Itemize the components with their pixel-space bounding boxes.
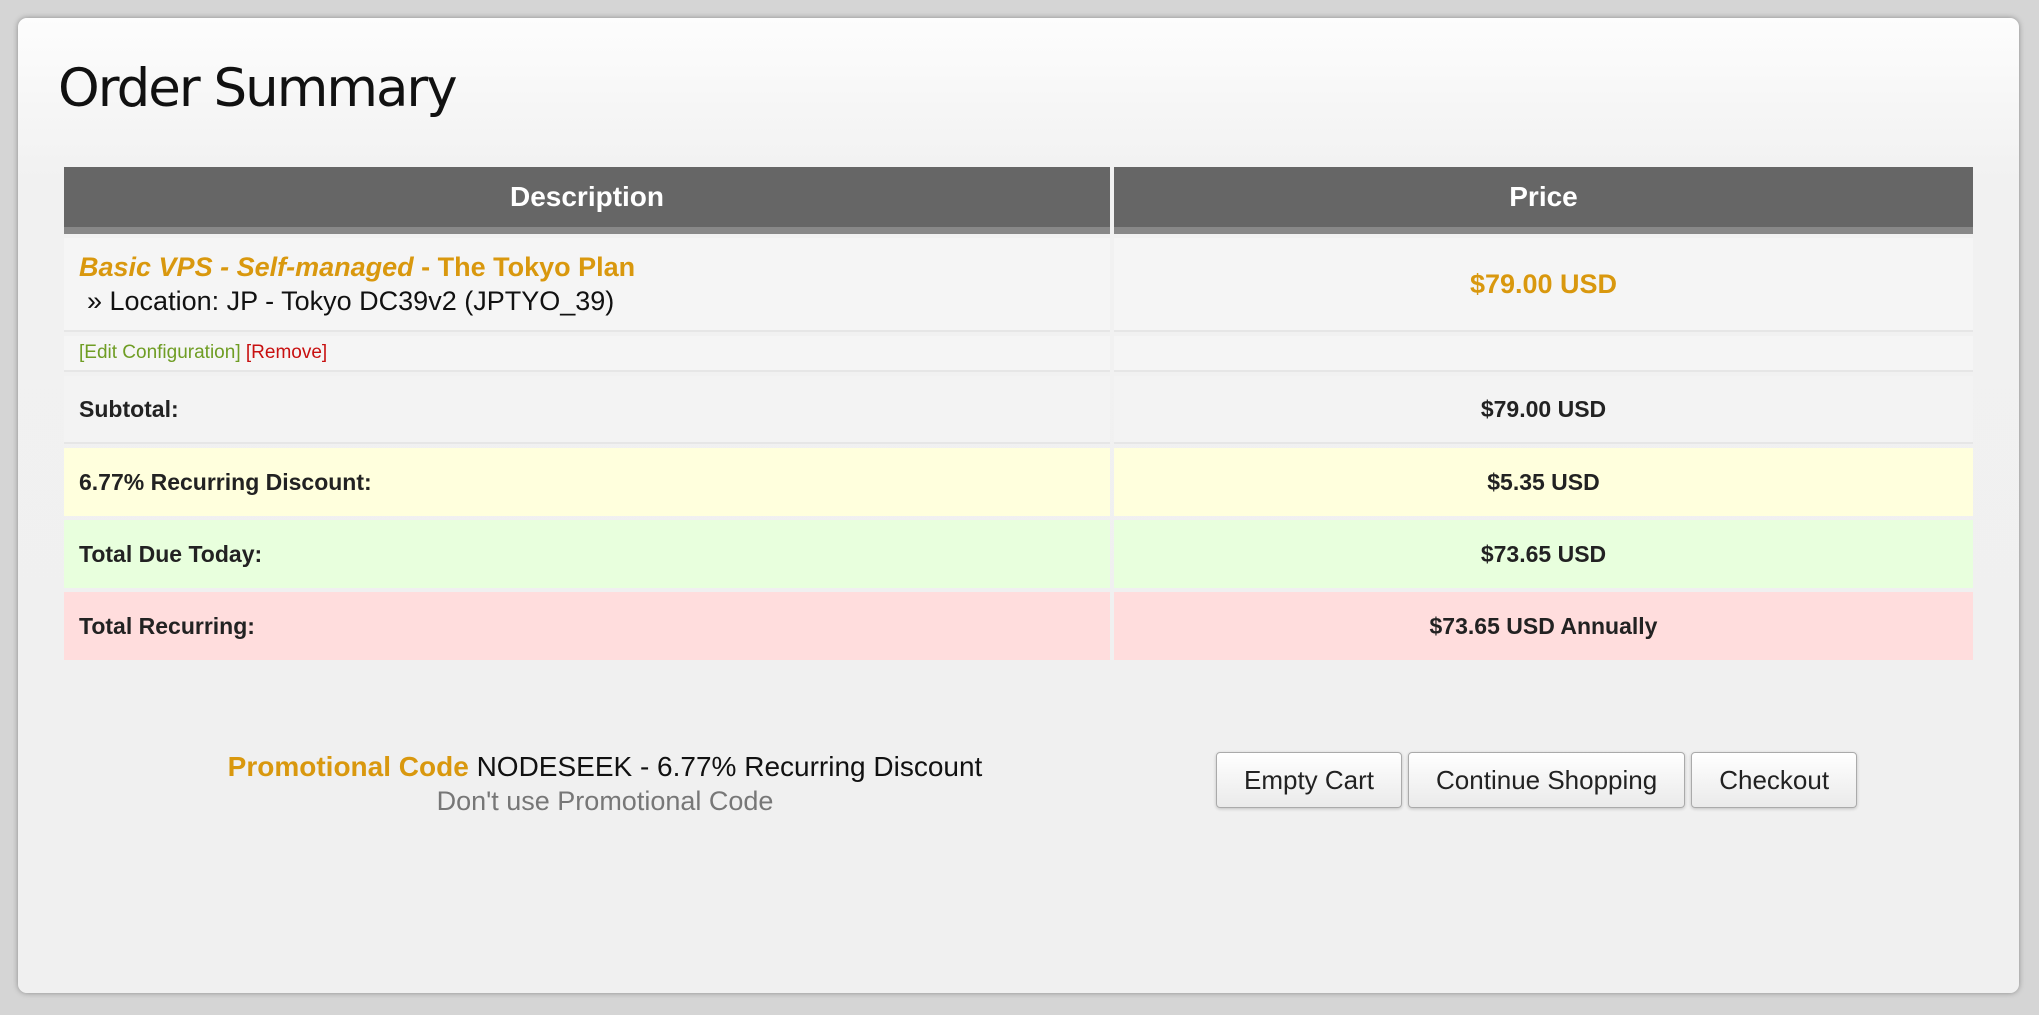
- product-name: Basic VPS - Self-managed: [79, 251, 414, 282]
- item-actions-row: [Edit Configuration] [Remove]: [64, 336, 1973, 372]
- cart-item-row: Basic VPS - Self-managed - The Tokyo Pla…: [64, 238, 1973, 332]
- item-actions-empty-cell: [1114, 336, 1973, 372]
- product-title: Basic VPS - Self-managed - The Tokyo Pla…: [79, 252, 1095, 283]
- discount-row: 6.77% Recurring Discount: $5.35 USD: [64, 448, 1973, 516]
- remove-item-link[interactable]: [Remove]: [246, 342, 327, 363]
- total-recurring-value: $73.65 USD Annually: [1114, 592, 1973, 660]
- checkout-button[interactable]: Checkout: [1691, 752, 1858, 808]
- product-separator: -: [413, 251, 438, 282]
- discount-label: 6.77% Recurring Discount:: [64, 448, 1110, 516]
- plan-name: The Tokyo Plan: [437, 251, 636, 282]
- cart-table: Description Price Basic VPS - Self-manag…: [60, 163, 1977, 664]
- price-column-header: Price: [1114, 167, 1973, 234]
- promo-code-value: NODESEEK - 6.77% Recurring Discount: [476, 751, 983, 782]
- total-due-row: Total Due Today: $73.65 USD: [64, 520, 1973, 588]
- subtotal-row: Subtotal: $79.00 USD: [64, 376, 1973, 444]
- description-column-header: Description: [64, 167, 1110, 234]
- total-recurring-row: Total Recurring: $73.65 USD Annually: [64, 592, 1973, 660]
- continue-shopping-button[interactable]: Continue Shopping: [1408, 752, 1686, 808]
- item-price: $79.00 USD: [1114, 238, 1973, 332]
- total-due-value: $73.65 USD: [1114, 520, 1973, 588]
- page-title: Order Summary: [58, 58, 458, 119]
- total-recurring-label: Total Recurring:: [64, 592, 1110, 660]
- promo-code-line: Promotional Code NODESEEK - 6.77% Recurr…: [60, 751, 1150, 783]
- item-actions-cell: [Edit Configuration] [Remove]: [64, 336, 1110, 372]
- edit-configuration-link[interactable]: [Edit Configuration]: [79, 342, 241, 363]
- promo-code-section: Promotional Code NODESEEK - 6.77% Recurr…: [60, 751, 1150, 817]
- table-header-row: Description Price: [64, 167, 1973, 234]
- subtotal-label: Subtotal:: [64, 376, 1110, 444]
- item-location-option: » Location: JP - Tokyo DC39v2 (JPTYO_39): [87, 285, 615, 316]
- item-description-cell: Basic VPS - Self-managed - The Tokyo Pla…: [64, 238, 1110, 332]
- empty-cart-button[interactable]: Empty Cart: [1216, 752, 1403, 808]
- promo-code-label: Promotional Code: [227, 751, 469, 782]
- cart-action-buttons: Empty Cart Continue Shopping Checkout: [1216, 752, 1863, 808]
- total-due-label: Total Due Today:: [64, 520, 1110, 588]
- subtotal-value: $79.00 USD: [1114, 376, 1973, 444]
- discount-value: $5.35 USD: [1114, 448, 1973, 516]
- order-summary-panel: Order Summary Description Price Basic VP…: [18, 18, 2019, 993]
- remove-promo-code-link[interactable]: Don't use Promotional Code: [60, 786, 1150, 817]
